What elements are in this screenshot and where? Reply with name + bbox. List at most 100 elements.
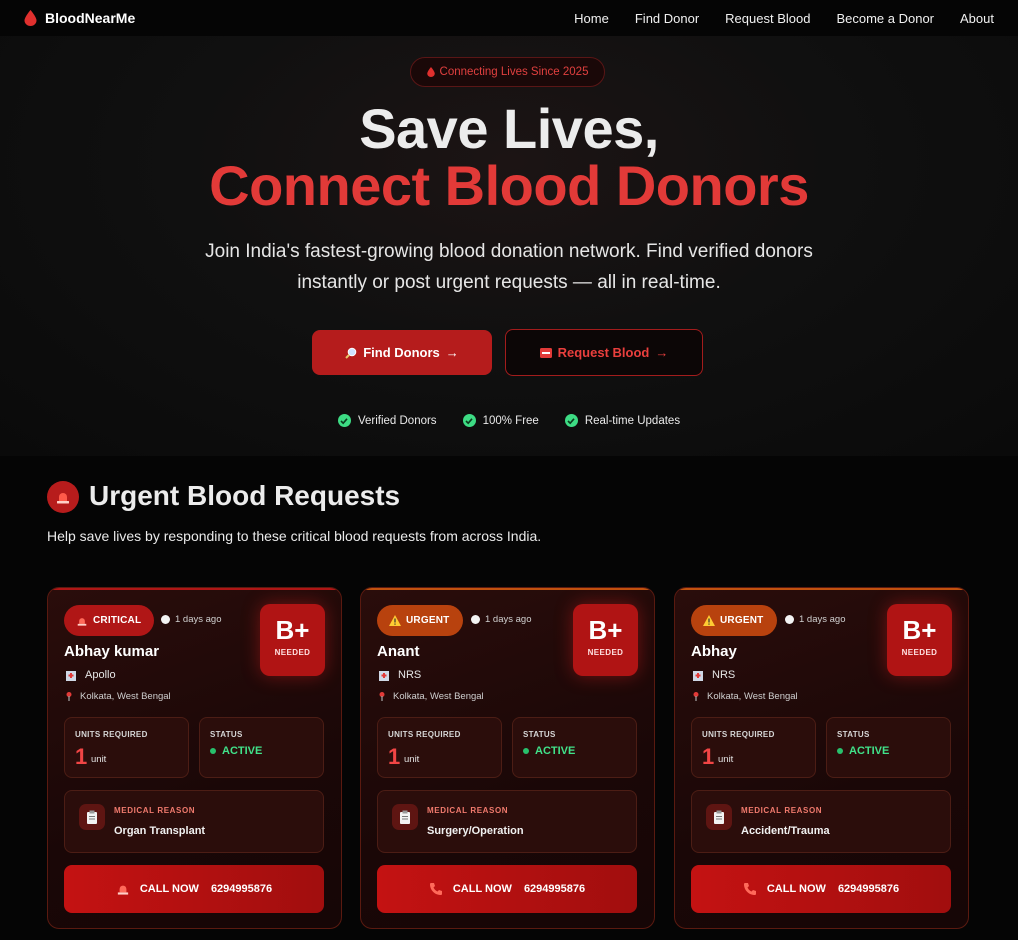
siren-icon [77, 617, 87, 626]
status-box: STATUS ACTIVE [199, 717, 324, 778]
status-text: ACTIVE [849, 745, 890, 757]
call-now-label: CALL NOW [766, 883, 826, 895]
check-icon [564, 414, 578, 427]
magnifier-icon [345, 347, 357, 359]
call-now-label: CALL NOW [452, 883, 512, 895]
clipboard-icon [79, 804, 105, 830]
blood-drop-icon [24, 10, 37, 26]
check-icon [337, 414, 351, 427]
needed-label: NEEDED [901, 648, 938, 657]
hospital-name: NRS [398, 669, 422, 681]
hospital-icon [66, 670, 76, 681]
medical-reason-label: MEDICAL REASON [427, 806, 509, 815]
status-value: ACTIVE [523, 745, 575, 757]
patient-name: Anant [377, 643, 420, 660]
call-now-button[interactable]: CALL NOW 6294995876 [64, 865, 324, 913]
blood-type: B+ [275, 615, 310, 645]
pin-icon [66, 692, 72, 701]
sos-icon [539, 347, 552, 358]
blood-type: B+ [902, 615, 937, 645]
location: Kolkata, West Bengal [379, 691, 484, 702]
blood-type-badge: B+ NEEDED [887, 604, 952, 676]
medical-reason-value: Surgery/Operation [427, 825, 524, 837]
nav-find-donor[interactable]: Find Donor [635, 11, 699, 26]
card-accent-bar [48, 588, 341, 590]
hospital: NRS [693, 669, 735, 681]
medical-reason-value: Organ Transplant [114, 825, 206, 837]
status-box: STATUS ACTIVE [512, 717, 637, 778]
hero-subtitle: Join India's fastest-growing blood donat… [205, 241, 813, 293]
status-dot-icon [523, 748, 529, 754]
nav-request-blood[interactable]: Request Blood [725, 11, 810, 26]
clock-icon [161, 615, 170, 624]
location-text: Kolkata, West Bengal [393, 691, 484, 702]
status-dot-icon [210, 748, 216, 754]
units-box: UNITS REQUIRED 1 unit [64, 717, 189, 778]
time-ago: 1 days ago [785, 614, 845, 625]
check-icon [462, 414, 476, 427]
units-box: UNITS REQUIRED 1 unit [691, 717, 816, 778]
call-now-button[interactable]: CALL NOW 6294995876 [377, 865, 637, 913]
blood-type-badge: B+ NEEDED [260, 604, 325, 676]
status-text: ACTIVE [535, 745, 576, 757]
request-card: CRITICAL 1 days ago Abhay kumar Apollo K… [47, 587, 342, 929]
request-card: URGENT 1 days ago Abhay NRS Kolkata, Wes… [674, 587, 969, 929]
hero-title-line2: Connect Blood Donors [209, 154, 809, 217]
arrow-right-icon: → [445, 345, 459, 360]
needed-label: NEEDED [587, 648, 624, 657]
request-card: URGENT 1 days ago Anant NRS Kolkata, Wes… [360, 587, 655, 929]
find-donors-label: Find Donors [363, 345, 440, 360]
units-value: 1 [702, 744, 715, 769]
medical-reason-value: Accident/Trauma [741, 825, 830, 837]
nav-become-donor[interactable]: Become a Donor [836, 11, 934, 26]
nav-about[interactable]: About [960, 11, 994, 26]
medical-reason-box: MEDICAL REASON Surgery/Operation [377, 790, 637, 853]
patient-name: Abhay [691, 643, 737, 660]
siren-icon [117, 885, 129, 895]
medical-reason-box: MEDICAL REASON Accident/Trauma [691, 790, 951, 853]
phone-icon [429, 883, 442, 895]
nav-home[interactable]: Home [574, 11, 609, 26]
find-donors-button[interactable]: Find Donors → [312, 330, 492, 375]
priority-badge: URGENT [691, 605, 777, 636]
units-label: UNITS REQUIRED [75, 730, 148, 739]
needed-label: NEEDED [274, 648, 311, 657]
tagline-text: Connecting Lives Since 2025 [439, 66, 589, 78]
time-ago-text: 1 days ago [175, 614, 222, 625]
priority-label: CRITICAL [93, 615, 142, 626]
status-text: ACTIVE [222, 745, 263, 757]
time-ago-text: 1 days ago [485, 614, 532, 625]
brand-name: BloodNearMe [45, 10, 136, 26]
location: Kolkata, West Bengal [66, 691, 171, 702]
status-value: ACTIVE [210, 745, 262, 757]
pin-icon [693, 692, 699, 701]
feature-item: 100% Free [462, 414, 539, 427]
hospital-icon [693, 670, 703, 681]
call-now-button[interactable]: CALL NOW 6294995876 [691, 865, 951, 913]
request-blood-button[interactable]: Request Blood → [505, 329, 703, 376]
feature-label: Verified Donors [357, 414, 437, 427]
arrow-right-icon: → [655, 345, 669, 360]
warning-icon [703, 615, 715, 626]
clipboard-icon [706, 804, 732, 830]
hero-section: Connecting Lives Since 2025 Save Lives, … [0, 36, 1018, 456]
time-ago-text: 1 days ago [799, 614, 846, 625]
request-blood-label: Request Blood [557, 345, 650, 360]
status-label: STATUS [837, 730, 870, 739]
location: Kolkata, West Bengal [693, 691, 798, 702]
units-value: 1 [388, 744, 401, 769]
feature-label: Real-time Updates [584, 414, 681, 427]
hospital: Apollo [66, 669, 116, 681]
section-subtitle: Help save lives by responding to these c… [47, 528, 542, 544]
section-title: Urgent Blood Requests [89, 480, 401, 511]
hospital-name: NRS [712, 669, 736, 681]
location-text: Kolkata, West Bengal [707, 691, 798, 702]
brand[interactable]: BloodNearMe [24, 10, 135, 26]
medical-reason-label: MEDICAL REASON [114, 806, 196, 815]
pin-icon [379, 692, 385, 701]
clock-icon [785, 615, 794, 624]
phone-number: 6294995876 [523, 883, 586, 895]
top-nav: BloodNearMe Home Find Donor Request Bloo… [0, 0, 1018, 36]
phone-icon [743, 883, 756, 895]
blood-type: B+ [588, 615, 623, 645]
